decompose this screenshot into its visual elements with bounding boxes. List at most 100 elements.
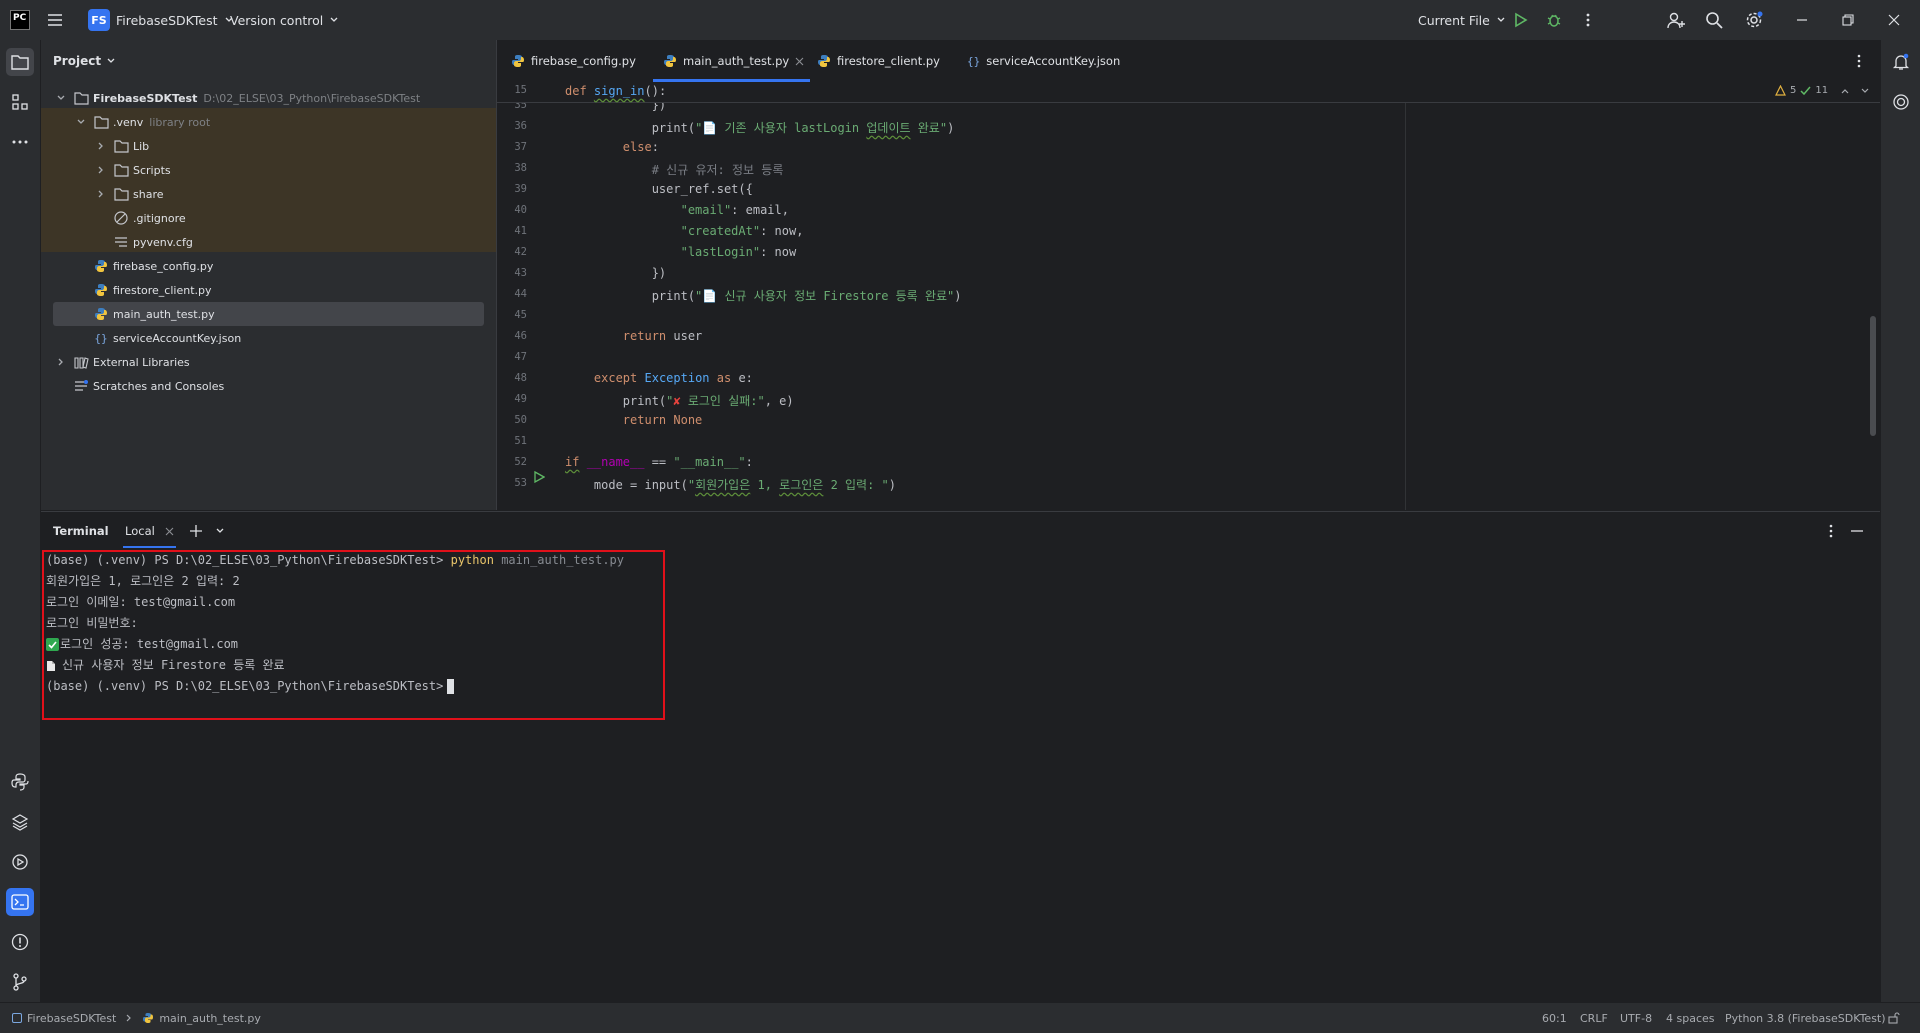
vcs-menu[interactable]: Version control	[230, 0, 339, 40]
python-packages-button[interactable]	[6, 808, 34, 836]
terminal-dropdown-button[interactable]	[215, 526, 225, 536]
minimize-button[interactable]	[1788, 6, 1816, 34]
python-file-icon	[93, 282, 109, 298]
json-file-icon: {}	[967, 54, 981, 68]
notifications-button[interactable]	[1887, 48, 1915, 76]
check-icon	[1800, 86, 1811, 96]
tree-item-root[interactable]: FirebaseSDKTest D:\02_ELSE\03_Python\Fir…	[41, 86, 510, 110]
unlock-icon	[1888, 1012, 1900, 1024]
terminal-options-button[interactable]	[1829, 524, 1833, 538]
inspection-widget[interactable]: 5 11	[1775, 85, 1870, 96]
tab-firebase-config[interactable]: firebase_config.py	[511, 40, 636, 82]
code-editor[interactable]: }) print("📄 기존 사용자 lastLogin 업데이트 완료") e…	[497, 82, 1880, 510]
caret-position[interactable]: 60:1	[1542, 1003, 1567, 1033]
indent-setting[interactable]: 4 spaces	[1666, 1003, 1715, 1033]
chevron-down-icon[interactable]	[1860, 86, 1870, 96]
project-tool-button[interactable]	[6, 48, 34, 76]
close-window-button[interactable]	[1880, 6, 1908, 34]
close-tab-icon[interactable]	[795, 57, 804, 66]
tree-hint: D:\02_ELSE\03_Python\FirebaseSDKTest	[203, 91, 421, 105]
services-button[interactable]	[6, 848, 34, 876]
python-console-icon	[11, 773, 29, 791]
tab-firestore-client[interactable]: firestore_client.py	[817, 40, 940, 82]
terminal-tab-local[interactable]: Local	[123, 512, 176, 550]
tree-item-firebase-config[interactable]: firebase_config.py	[41, 254, 548, 278]
python-interpreter[interactable]: Python 3.8 (FirebaseSDKTest)	[1725, 1003, 1886, 1033]
folder-icon	[113, 186, 129, 202]
search-button[interactable]	[1700, 6, 1728, 34]
line-separator[interactable]: CRLF	[1580, 1003, 1608, 1033]
tab-service-account-key[interactable]: {} serviceAccountKey.json	[967, 40, 1120, 82]
right-margin-guide	[1405, 102, 1406, 510]
tab-main-auth-test[interactable]: main_auth_test.py	[652, 40, 811, 82]
check-count: 11	[1815, 85, 1829, 96]
tree-item-venv[interactable]: .venv library root	[41, 110, 530, 134]
lock-button[interactable]	[1888, 1003, 1900, 1033]
vertical-dots-icon	[1586, 13, 1590, 27]
tree-item-scripts[interactable]: Scripts	[41, 158, 550, 182]
line-number: 39	[514, 183, 527, 195]
code-line: user_ref.set({	[565, 182, 753, 196]
breadcrumb-project[interactable]: FirebaseSDKTest	[27, 1012, 116, 1025]
app-logo[interactable]: PC	[10, 0, 30, 40]
right-tool-strip	[1880, 40, 1920, 1002]
vertical-dots-icon	[1829, 524, 1833, 538]
plus-icon	[190, 525, 202, 537]
settings-button[interactable]	[1740, 6, 1768, 34]
code-with-me-button[interactable]	[1662, 6, 1690, 34]
project-panel-header[interactable]: Project	[53, 40, 116, 82]
ai-assistant-button[interactable]	[1887, 88, 1915, 116]
tree-item-scratches[interactable]: Scratches and Consoles	[41, 374, 528, 398]
line-number: 50	[514, 414, 527, 426]
debug-button[interactable]	[1540, 6, 1568, 34]
layers-icon	[11, 814, 29, 831]
code-line: print("📄 기존 사용자 lastLogin 업데이트 완료")	[651, 121, 955, 135]
tree-item-share[interactable]: share	[41, 182, 550, 206]
file-encoding[interactable]: UTF-8	[1620, 1003, 1652, 1033]
code-line: except Exception as e:	[593, 371, 753, 385]
run-gutter-button[interactable]	[533, 471, 545, 483]
tree-label: External Libraries	[93, 355, 190, 369]
sticky-scope-header[interactable]: 15 def sign_in(): 5 11	[497, 82, 1880, 103]
python-console-button[interactable]	[6, 768, 34, 796]
chevron-up-icon[interactable]	[1840, 86, 1850, 96]
horizontal-dots-icon	[12, 140, 28, 144]
tree-item-main-auth-test[interactable]: main_auth_test.py	[41, 302, 548, 326]
tree-item-firestore-client[interactable]: firestore_client.py	[41, 278, 548, 302]
close-tab-icon[interactable]	[165, 527, 174, 536]
editor-scrollbar[interactable]	[1870, 316, 1876, 436]
terminal-tab-label: Local	[125, 524, 155, 538]
main-menu-button[interactable]	[46, 0, 64, 40]
restore-icon	[1842, 14, 1854, 26]
tree-item-pyvenv-cfg[interactable]: pyvenv.cfg	[41, 230, 568, 254]
tree-item-service-account-key[interactable]: {} serviceAccountKey.json	[41, 326, 548, 350]
new-terminal-button[interactable]	[189, 524, 203, 538]
tree-label: Lib	[133, 139, 150, 153]
project-switcher[interactable]: FS FirebaseSDKTest	[88, 0, 234, 40]
line-number: 42	[514, 246, 527, 258]
tab-options-button[interactable]	[1845, 47, 1873, 75]
run-button[interactable]	[1506, 6, 1534, 34]
warning-icon	[1775, 85, 1786, 96]
chevron-right-icon	[126, 1014, 132, 1022]
problems-tool-button[interactable]	[6, 928, 34, 956]
code-line: print("📄 신규 사용자 정보 Firestore 등록 완료")	[565, 289, 962, 303]
restore-button[interactable]	[1834, 6, 1862, 34]
more-tools-button[interactable]	[6, 128, 34, 156]
bell-icon	[1892, 53, 1910, 70]
breadcrumb-file[interactable]: main_auth_test.py	[159, 1012, 261, 1025]
run-config-selector[interactable]: Current File	[1418, 0, 1506, 40]
close-icon	[1888, 14, 1900, 26]
tree-item-gitignore[interactable]: .gitignore	[41, 206, 568, 230]
tree-label: Scripts	[133, 163, 171, 177]
search-icon	[1706, 12, 1723, 29]
structure-tool-button[interactable]	[6, 88, 34, 116]
code-line: print("✘ 로그인 실패:", e)	[565, 394, 794, 408]
terminal-tool-button[interactable]	[6, 888, 34, 916]
git-tool-button[interactable]	[6, 968, 34, 996]
tree-item-lib[interactable]: Lib	[41, 134, 550, 158]
more-actions-button[interactable]	[1574, 6, 1602, 34]
hide-terminal-button[interactable]	[1851, 530, 1863, 532]
tree-item-external-libraries[interactable]: External Libraries	[41, 350, 510, 374]
tree-label: Scratches and Consoles	[93, 379, 225, 393]
